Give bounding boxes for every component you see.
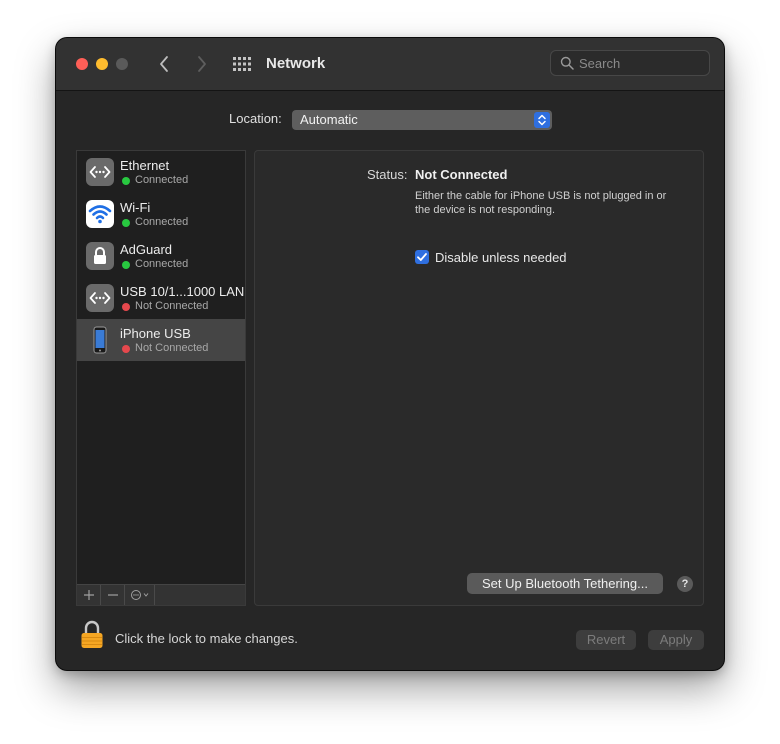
status-dot [122,177,130,185]
checkmark-icon [417,253,427,261]
location-label: Location: [229,111,282,126]
status-dot [122,303,130,311]
service-status: Connected [135,258,189,270]
service-name: Ethernet [120,158,170,173]
disable-unless-needed-checkbox[interactable] [415,250,429,264]
service-item-iphone-usb[interactable]: iPhone USB Not Connected [77,319,245,361]
ethernet-icon [86,284,114,312]
forward-button[interactable] [191,53,213,75]
service-list-toolbar [77,584,245,605]
lock-message: Click the lock to make changes. [115,631,298,646]
service-status: Connected [135,174,189,186]
status-dot [122,219,130,227]
help-button[interactable]: ? [677,576,693,592]
back-button[interactable] [153,53,175,75]
show-all-preferences-button[interactable] [232,56,252,72]
search-input[interactable] [579,54,703,72]
status-label: Status: [367,167,408,182]
iphone-icon [86,326,114,354]
minimize-window-button[interactable] [96,58,108,70]
chevron-left-icon [160,56,168,72]
status-dot [122,261,130,269]
minus-icon [108,594,118,596]
service-name: AdGuard [120,242,173,257]
service-item-ethernet[interactable]: Ethernet Connected [77,151,245,193]
zoom-window-button[interactable] [116,58,128,70]
search-icon [560,56,574,70]
service-list: Ethernet Connected Wi-Fi Connected AdGua… [76,150,246,606]
service-detail-panel: Status: Not Connected Either the cable f… [254,150,704,606]
lock-icon[interactable] [80,620,104,650]
remove-service-button[interactable] [101,585,125,605]
grid-icon [233,57,251,71]
service-status: Not Connected [135,300,209,312]
updown-arrows-icon [534,112,550,128]
service-name: USB 10/1...1000 LAN [120,284,245,299]
add-service-button[interactable] [77,585,101,605]
location-dropdown[interactable]: Automatic [292,110,552,130]
ellipsis-circle-icon [131,590,149,600]
action-menu-button[interactable] [125,585,155,605]
bluetooth-tethering-button[interactable]: Set Up Bluetooth Tethering... [467,573,663,594]
location-value: Automatic [300,112,358,127]
window-title: Network [266,55,326,72]
service-item-usb-lan[interactable]: USB 10/1...1000 LAN Not Connected [77,277,245,319]
plus-icon [84,590,94,600]
ethernet-icon [86,158,114,186]
service-name: iPhone USB [120,326,191,341]
service-status: Not Connected [135,342,209,354]
close-window-button[interactable] [76,58,88,70]
status-dot [122,345,130,353]
service-item-wifi[interactable]: Wi-Fi Connected [77,193,245,235]
search-field[interactable] [550,50,710,76]
status-description: Either the cable for iPhone USB is not p… [415,190,667,216]
revert-button[interactable]: Revert [576,630,636,650]
apply-button[interactable]: Apply [648,630,704,650]
status-value: Not Connected [415,167,508,182]
network-preferences-window: Network Location: Automatic [56,38,724,670]
wifi-icon [86,200,114,228]
disable-unless-needed-label[interactable]: Disable unless needed [435,250,567,265]
service-item-adguard[interactable]: AdGuard Connected [77,235,245,277]
lock-vpn-icon [86,242,114,270]
chevron-right-icon [198,56,206,72]
service-name: Wi-Fi [120,200,151,215]
service-status: Connected [135,216,189,228]
titlebar: Network [56,38,724,91]
